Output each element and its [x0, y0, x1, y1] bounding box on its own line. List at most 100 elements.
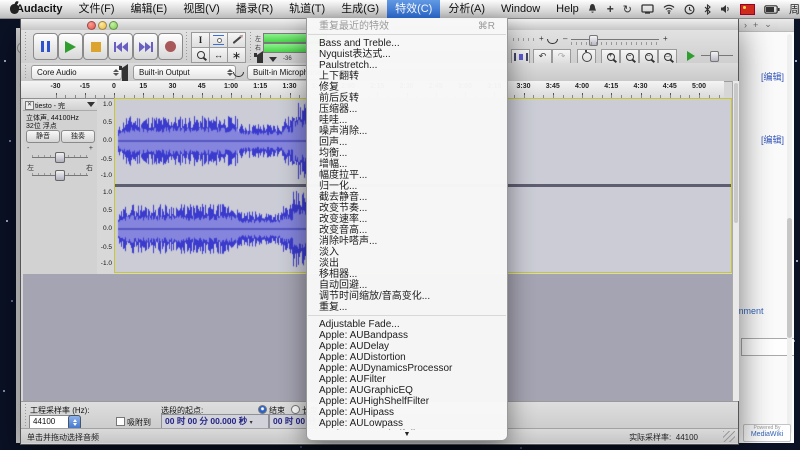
undo-button[interactable]: ↶ [533, 49, 552, 64]
menu-scroll-down-arrow[interactable]: ▼ [307, 430, 507, 440]
menubar-item-e[interactable]: 编辑(E) [123, 0, 176, 18]
effect-menu-item[interactable]: 修复 [307, 82, 507, 93]
input-language-flag-icon[interactable] [740, 4, 755, 15]
menubar-item-f[interactable]: 文件(F) [70, 0, 122, 18]
mute-button[interactable]: 静音 [26, 130, 60, 143]
menubar-item-t[interactable]: 轨道(T) [281, 0, 333, 18]
audio-host-select[interactable]: Core Audio [31, 65, 122, 80]
snap-to-checkbox[interactable] [116, 417, 125, 426]
effect-menu-item[interactable]: 均衡... [307, 148, 507, 159]
notification-bell-icon[interactable] [587, 3, 598, 15]
effect-menu-item[interactable]: 淡入 [307, 247, 507, 258]
skip-end-button[interactable] [133, 33, 158, 60]
effect-menu-item[interactable]: 淡出 [307, 258, 507, 269]
effect-menu-item[interactable]: 重复... [307, 302, 507, 313]
menubar-item-v[interactable]: 视图(V) [175, 0, 228, 18]
input-volume-slider[interactable] [571, 39, 659, 40]
effect-menu-item[interactable]: 增幅... [307, 159, 507, 170]
project-rate-input[interactable]: 44100 [29, 415, 70, 429]
fit-project-button[interactable]: ▭ [658, 49, 677, 64]
menubar-item-r[interactable]: 播录(R) [228, 0, 281, 18]
pause-button[interactable] [33, 33, 58, 60]
selection-tool-button[interactable]: I [191, 32, 210, 48]
effect-menu-item[interactable]: 改变节奏... [307, 203, 507, 214]
effect-menu-item[interactable]: 前后反转 [307, 93, 507, 104]
meter-dropdown-arrow[interactable] [269, 57, 277, 62]
output-device-select[interactable]: Built-in Output [133, 65, 236, 80]
effect-menu-item[interactable]: 移相器... [307, 269, 507, 280]
effect-menu-item[interactable]: 改变音高... [307, 225, 507, 236]
play-button[interactable] [58, 33, 83, 60]
edit-link[interactable]: [编辑] [761, 133, 784, 146]
vertical-scale-ruler[interactable]: 1.00.50.0-0.5-1.01.00.50.0-0.5-1.0 [97, 98, 114, 274]
meter-toolbar-grip[interactable] [249, 32, 253, 60]
effect-menu-item[interactable]: 哇哇... [307, 115, 507, 126]
effect-menu-item[interactable]: Adjustable Fade... [307, 319, 507, 330]
close-window-button[interactable] [87, 21, 96, 30]
effect-menu-item[interactable]: 压缩器... [307, 104, 507, 115]
pan-slider-thumb[interactable] [55, 170, 65, 181]
length-radio[interactable] [291, 405, 300, 414]
effect-menu-item[interactable]: Apple: AUBandpass [307, 330, 507, 341]
menubar-item-help[interactable]: Help [548, 0, 587, 18]
volume-icon[interactable] [720, 4, 731, 14]
effect-menu-item[interactable]: 自动回避... [307, 280, 507, 291]
window-resize-grip[interactable] [723, 431, 735, 442]
track-menu-arrow-icon[interactable] [87, 102, 95, 107]
device-toolbar-grip[interactable] [24, 65, 28, 79]
menubar-clock[interactable]: 周六 下午12:31 [789, 1, 800, 17]
solo-button[interactable]: 独奏 [61, 130, 95, 143]
selection-toolbar-grip[interactable] [24, 404, 28, 426]
close-track-icon[interactable]: ✕ [25, 101, 34, 110]
effect-menu-item[interactable]: Apple: AUDynamicsProcessor [307, 363, 507, 374]
redo-button[interactable]: ↷ [552, 49, 571, 64]
effect-menu-item[interactable]: 改变速率... [307, 214, 507, 225]
fit-selection-button[interactable]: ⇔ [639, 49, 658, 64]
zoom-in-button[interactable]: + [601, 49, 620, 64]
stop-button[interactable] [83, 33, 108, 60]
time-machine-icon[interactable] [684, 4, 695, 15]
effect-menu-item[interactable]: 噪声消除... [307, 126, 507, 137]
draw-tool-button[interactable] [227, 32, 246, 48]
end-radio[interactable] [258, 405, 267, 414]
menubar-item-g[interactable]: 生成(G) [333, 0, 387, 18]
playback-speed-thumb[interactable] [710, 51, 719, 62]
tools-toolbar-grip[interactable] [185, 32, 189, 60]
effect-menu-item[interactable]: 归一化... [307, 181, 507, 192]
effect-menu-item[interactable]: Apple: AULowpass [307, 418, 507, 429]
effect-menu-item[interactable]: Apple: AUGraphicEQ [307, 385, 507, 396]
effect-menu-item[interactable]: Apple: AUDelay [307, 341, 507, 352]
zoom-window-button[interactable] [109, 21, 118, 30]
browser-toolbar-icon[interactable]: ⌄ [764, 19, 772, 30]
selection-start-time-field[interactable]: 00 时 00 分 00.000 秒 ▾ [161, 414, 269, 429]
effect-menu-item[interactable]: Apple: AUDistortion [307, 352, 507, 363]
envelope-tool-button[interactable] [209, 32, 228, 48]
effect-menu-item[interactable]: Nyquist表达式... [307, 49, 507, 60]
zoom-tool-button[interactable] [191, 47, 210, 63]
multi-tool-button[interactable]: ∗ [227, 47, 246, 63]
skip-start-button[interactable] [108, 33, 133, 60]
waveform-left-channel[interactable] [116, 99, 312, 183]
vertical-scrollbar[interactable] [732, 81, 739, 401]
edit-link[interactable]: [编辑] [761, 70, 784, 83]
effect-menu-item[interactable]: 消除咔嗒声... [307, 236, 507, 247]
browser-toolbar-icon[interactable]: › [744, 20, 747, 30]
effect-menu-item[interactable]: Apple: AUHipass [307, 407, 507, 418]
effect-menu-item[interactable]: 重复最近的特效⌘R [307, 21, 507, 32]
effect-menu-item[interactable]: 幅度拉平... [307, 170, 507, 181]
menubar-item-window[interactable]: Window [493, 0, 548, 18]
zoom-out-button[interactable]: – [620, 49, 639, 64]
effect-menu-item[interactable]: 回声... [307, 137, 507, 148]
wifi-icon[interactable] [663, 4, 675, 14]
menubar-item-a[interactable]: 分析(A) [440, 0, 493, 18]
browser-toolbar-icon[interactable]: + [753, 20, 758, 30]
effect-menu-item[interactable]: Paulstretch... [307, 60, 507, 71]
sync-icon[interactable]: ↻ [623, 3, 632, 16]
effect-menu-item[interactable]: 调节时间缩放/音高变化... [307, 291, 507, 302]
minimize-window-button[interactable] [98, 21, 107, 30]
menubar-item-c[interactable]: 特效(C) [387, 0, 440, 18]
comment-link-fragment[interactable]: mment [737, 306, 764, 316]
effect-menu-item[interactable]: Apple: AUFilter [307, 374, 507, 385]
trim-audio-button[interactable] [511, 49, 530, 64]
gain-slider-thumb[interactable] [55, 152, 65, 163]
